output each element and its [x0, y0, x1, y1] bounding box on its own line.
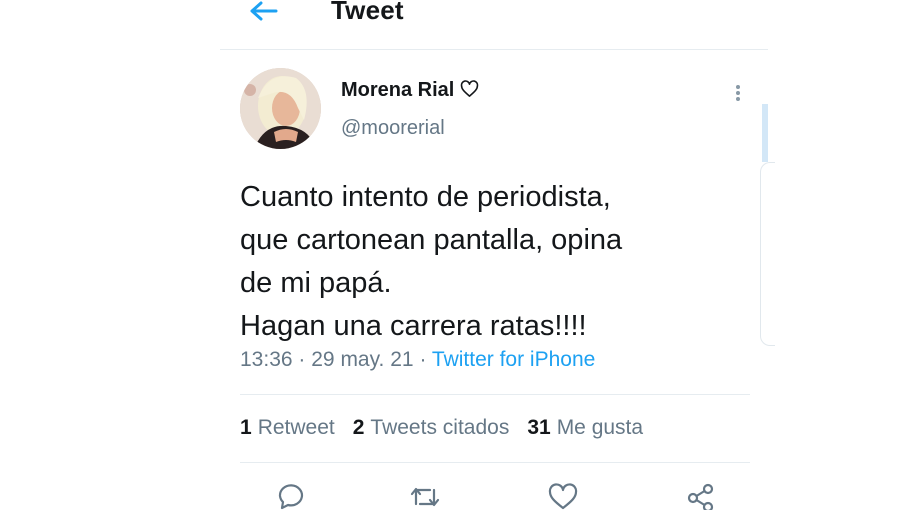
page-title: Tweet — [331, 0, 404, 25]
quotes-label: Tweets citados — [370, 416, 510, 439]
divider — [240, 394, 750, 395]
tweet-time: 13:36 — [240, 348, 293, 371]
retweet-icon[interactable] — [408, 482, 442, 510]
divider — [240, 462, 750, 463]
quotes-stat[interactable]: 2 Tweets citados — [353, 416, 510, 440]
like-icon[interactable] — [546, 482, 580, 510]
tweet-stats: 1 Retweet 2 Tweets citados 31 Me gusta — [240, 416, 643, 440]
scrollbar[interactable] — [762, 104, 768, 162]
meta-separator: · — [419, 348, 427, 371]
meta-separator: · — [298, 348, 306, 371]
quotes-count: 2 — [352, 416, 365, 439]
likes-count: 31 — [527, 416, 551, 439]
more-options-icon[interactable] — [729, 82, 747, 106]
tweet-text: Cuanto intento de periodista, que carton… — [240, 181, 623, 342]
retweets-count: 1 — [240, 416, 252, 439]
back-arrow-icon[interactable] — [248, 0, 282, 22]
tweet-meta: 13:36 · 29 may. 21 · Twitter for iPhone — [240, 348, 595, 372]
share-icon[interactable] — [684, 482, 718, 510]
reply-icon[interactable] — [274, 482, 308, 510]
retweets-stat[interactable]: 1 Retweet — [240, 416, 335, 440]
author-name-text: Morena Rial — [341, 79, 455, 101]
header-divider — [220, 49, 768, 50]
heart-outline-icon — [460, 80, 479, 98]
avatar[interactable] — [240, 68, 321, 149]
tweet-source-link[interactable]: Twitter for iPhone — [432, 348, 595, 371]
likes-label: Me gusta — [556, 416, 644, 439]
likes-stat[interactable]: 31 Me gusta — [527, 416, 643, 440]
author-name[interactable]: Morena Rial — [341, 79, 479, 102]
tweet-date: 29 may. 21 — [311, 348, 414, 371]
retweets-label: Retweet — [257, 416, 335, 439]
author-handle[interactable]: @moorerial — [341, 117, 445, 140]
side-panel-edge — [760, 162, 775, 346]
